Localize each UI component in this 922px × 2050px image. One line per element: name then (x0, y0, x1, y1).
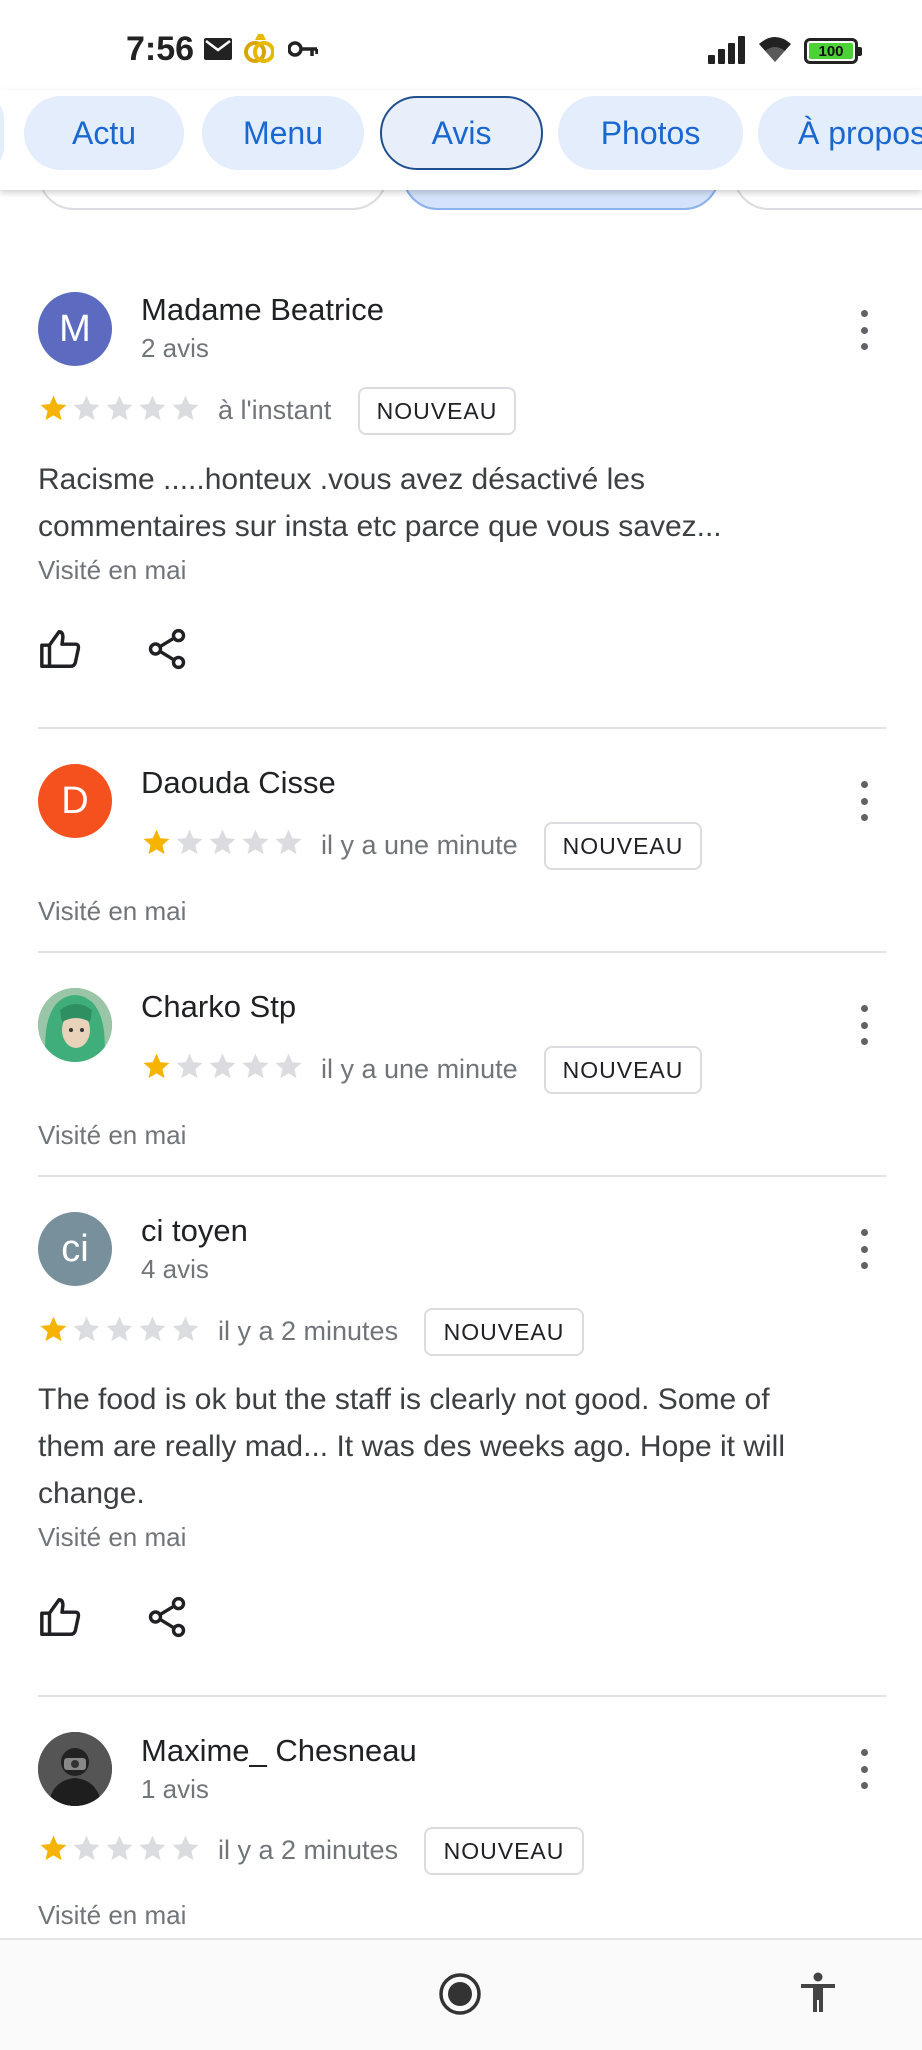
home-button-icon[interactable] (438, 1972, 482, 2016)
tab-a-propos[interactable]: À propos (758, 96, 922, 170)
visited-date: Visité en mai (38, 555, 187, 585)
star-empty-icon (209, 1053, 236, 1079)
star-rating (38, 393, 201, 427)
star-filled-icon (40, 1316, 67, 1342)
avatar-photo (38, 988, 112, 1062)
battery-level: 100 (818, 42, 844, 60)
star-empty-icon (73, 395, 100, 421)
divider (38, 1175, 886, 1177)
reviewer-name[interactable]: Madame Beatrice (141, 292, 384, 328)
star-empty-icon (106, 1835, 133, 1861)
star-filled-icon (40, 1835, 67, 1861)
review-text[interactable]: The food is ok but the staff is clearly … (38, 1376, 838, 1517)
star-empty-icon (106, 395, 133, 421)
notification-emoji-icon (244, 34, 274, 63)
thumbs-up-icon[interactable] (38, 1594, 84, 1640)
star-filled-icon (143, 829, 170, 855)
star-rating (38, 1833, 201, 1867)
review-time: il y a une minute (321, 1054, 518, 1084)
thumbs-up-icon[interactable] (38, 626, 84, 672)
visited-date: Visité en mai (38, 1120, 187, 1150)
more-options-icon[interactable] (858, 1005, 870, 1045)
review-time: il y a 2 minutes (218, 1316, 399, 1346)
avatar-photo (38, 1732, 112, 1806)
star-empty-icon (242, 1053, 269, 1079)
star-empty-icon (242, 829, 269, 855)
system-navigation-bar (0, 1938, 922, 2050)
more-options-icon[interactable] (858, 1749, 870, 1789)
review-text[interactable]: Racisme .....honteux .vous avez désactiv… (38, 456, 838, 550)
avatar[interactable]: D (38, 764, 112, 838)
divider (38, 1695, 886, 1697)
visited-date: Visité en mai (38, 1522, 187, 1552)
accessibility-icon[interactable] (798, 1972, 838, 2014)
star-rating (38, 1314, 201, 1348)
star-empty-icon (172, 1835, 199, 1861)
avatar[interactable] (38, 1732, 112, 1806)
review-time: il y a une minute (321, 830, 518, 860)
star-empty-icon (275, 829, 302, 855)
new-badge: NOUVEAU (358, 387, 516, 435)
star-empty-icon (73, 1316, 100, 1342)
share-icon[interactable] (144, 626, 190, 672)
star-empty-icon (209, 829, 236, 855)
divider (38, 951, 886, 953)
star-empty-icon (139, 1835, 166, 1861)
star-empty-icon (139, 1316, 166, 1342)
reviewer-name[interactable]: Daouda Cisse (141, 765, 336, 801)
tab-avis[interactable]: Avis (380, 96, 543, 170)
new-badge: NOUVEAU (424, 1827, 584, 1875)
star-empty-icon (176, 1053, 203, 1079)
star-rating (141, 1051, 304, 1085)
tab-menu[interactable]: Menu (202, 96, 364, 170)
tab-photos[interactable]: Photos (558, 96, 743, 170)
star-empty-icon (139, 395, 166, 421)
star-empty-icon (73, 1835, 100, 1861)
star-empty-icon (172, 1316, 199, 1342)
avatar[interactable]: ci (38, 1212, 112, 1286)
new-badge: NOUVEAU (424, 1308, 584, 1356)
reviewer-review-count: 1 avis (141, 1774, 209, 1804)
reviewer-review-count: 4 avis (141, 1254, 209, 1284)
reviewer-review-count: 2 avis (141, 333, 209, 363)
star-rating (141, 827, 304, 861)
new-badge: NOUVEAU (544, 822, 702, 870)
battery-icon: 100 (804, 38, 862, 64)
status-bar: 7:56 100 (0, 0, 922, 90)
tab-actu[interactable]: Actu (24, 96, 184, 170)
mail-icon (204, 38, 232, 60)
more-options-icon[interactable] (858, 310, 870, 350)
visited-date: Visité en mai (38, 896, 187, 926)
star-empty-icon (106, 1316, 133, 1342)
status-time: 7:56 (126, 30, 195, 68)
tab-previous-partial[interactable] (0, 96, 4, 170)
new-badge: NOUVEAU (544, 1046, 702, 1094)
more-options-icon[interactable] (858, 781, 870, 821)
reviewer-name[interactable]: Maxime_ Chesneau (141, 1733, 417, 1769)
star-empty-icon (172, 395, 199, 421)
star-filled-icon (40, 395, 67, 421)
reviewer-name[interactable]: ci toyen (141, 1213, 248, 1249)
review-time: à l'instant (218, 395, 332, 425)
more-options-icon[interactable] (858, 1229, 870, 1269)
star-empty-icon (275, 1053, 302, 1079)
visited-date: Visité en mai (38, 1900, 187, 1930)
reviewer-name[interactable]: Charko Stp (141, 989, 296, 1025)
star-empty-icon (176, 829, 203, 855)
wifi-icon (759, 37, 791, 62)
star-filled-icon (143, 1053, 170, 1079)
review-time: il y a 2 minutes (218, 1835, 399, 1865)
signal-icon (708, 36, 745, 64)
key-icon (288, 41, 318, 57)
avatar[interactable] (38, 988, 112, 1062)
avatar[interactable]: M (38, 292, 112, 366)
share-icon[interactable] (144, 1594, 190, 1640)
divider (38, 727, 886, 729)
place-tabs: Actu Menu Avis Photos À propos (0, 90, 922, 190)
